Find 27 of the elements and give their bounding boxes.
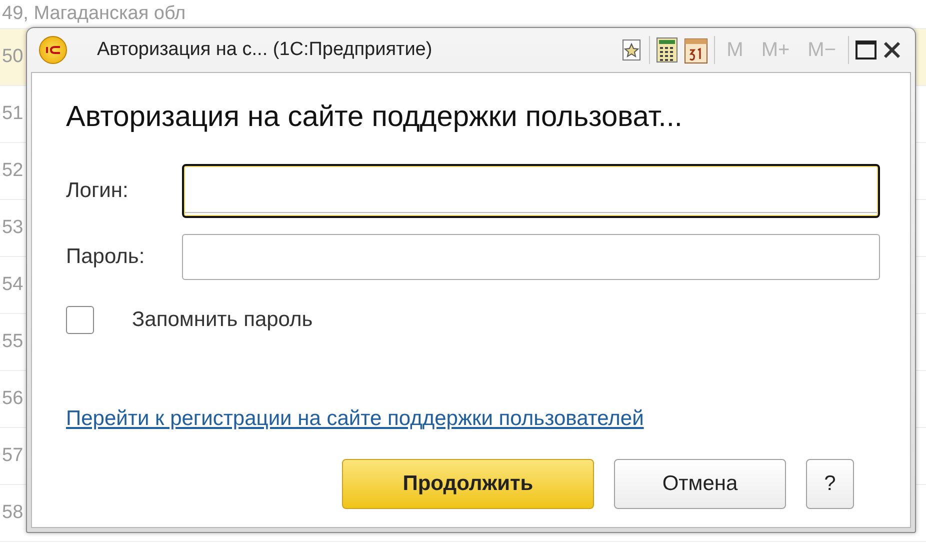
logo-icon [39,36,67,64]
close-icon[interactable] [883,41,901,59]
checkbox[interactable] [66,306,94,334]
help-button[interactable]: ? [806,459,854,509]
maximize-icon[interactable] [855,40,877,60]
field-label: Пароль: [66,245,146,269]
checkbox-label: Запомнить пароль [132,308,313,332]
cancel-button[interactable]: Отмена [614,459,786,509]
window-title: Авторизация на с... (1С:Предприятие) [97,39,434,61]
field-label: Логин: [66,179,130,203]
row-text: 57 [2,445,24,467]
row-text: 56 [2,388,24,410]
row-text: 55 [2,331,24,353]
continue-button[interactable]: Продолжить [342,459,594,509]
input-field[interactable] [182,234,880,280]
calendar-icon[interactable] [684,36,708,64]
row-text: 50 [2,46,24,68]
row-text: 52 [2,160,24,182]
row-text: 51 [2,103,24,125]
row-text: 49, Магаданская обл [2,3,186,25]
calculator-icon[interactable] [656,37,678,63]
input-field[interactable] [182,164,880,218]
row-text: 54 [2,274,24,296]
row-text: 58 [2,502,24,524]
form-heading: Авторизация на сайте поддержки пользоват... [66,101,684,134]
row-text: 53 [2,217,24,239]
registration-link[interactable]: Перейти к регистрации на сайте поддержки пользователей [66,407,880,431]
